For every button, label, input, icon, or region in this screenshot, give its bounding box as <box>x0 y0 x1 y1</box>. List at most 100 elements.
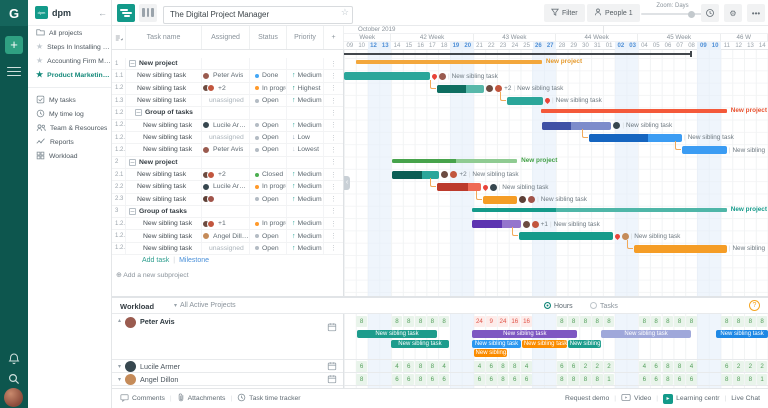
hours-cell[interactable]: 8 <box>745 374 756 385</box>
hours-cell[interactable]: 8 <box>580 316 591 327</box>
panel-collapse-handle[interactable]: ‹ <box>344 176 350 190</box>
footer-request-demo[interactable]: Request demo <box>565 395 609 402</box>
sidebar-item-team-resources[interactable]: Team & Resources <box>28 121 111 135</box>
assigned-cell[interactable]: unassigned <box>202 132 250 143</box>
priority-cell[interactable]: ↑Medium <box>287 120 324 131</box>
hours-cell[interactable]: 8 <box>663 374 674 385</box>
hours-cell[interactable]: 8 <box>733 316 744 327</box>
bell-icon[interactable] <box>7 352 21 366</box>
task-name-cell[interactable]: –New project <box>126 157 202 168</box>
task-name-cell[interactable]: New sibling task <box>126 95 202 106</box>
hours-cell[interactable]: 8 <box>592 374 603 385</box>
sidebar-item-accounting-firm-marketing[interactable]: ★Accounting Firm Marketing... <box>28 54 111 68</box>
zoom-slider[interactable] <box>641 13 704 15</box>
assigned-cell[interactable]: Lucile Armer <box>202 120 250 131</box>
row-menu-button[interactable]: ⋮ <box>324 230 344 241</box>
row-menu-button[interactable]: ⋮ <box>324 181 344 192</box>
hours-cell[interactable]: 8 <box>557 374 568 385</box>
hours-cell[interactable]: 6 <box>686 374 697 385</box>
hours-cell[interactable]: 2 <box>745 361 756 372</box>
task-row[interactable]: 2.1New sibling task+2Closed↑Medium⋮ <box>112 169 344 181</box>
project-title-input[interactable] <box>163 6 353 24</box>
task-row[interactable]: 2.2New sibling taskLucile ArmerIn progre… <box>112 181 344 193</box>
task-name-cell[interactable]: –Group of tasks <box>126 107 202 118</box>
footer-live-chat[interactable]: Live Chat <box>731 395 760 402</box>
status-cell[interactable]: Open <box>250 95 287 106</box>
status-cell[interactable]: Closed <box>250 169 287 180</box>
hours-cell[interactable]: 2 <box>604 361 615 372</box>
hours-cell[interactable]: 8 <box>663 361 674 372</box>
row-menu-button[interactable]: ⋮ <box>324 169 344 180</box>
col-status[interactable]: Status <box>250 26 287 49</box>
workload-task-bar[interactable]: New sibling... <box>474 349 507 357</box>
status-cell[interactable]: Done <box>250 70 287 81</box>
task-row[interactable]: 1.2.3New sibling taskPeter AvisOpen↓Lowe… <box>112 144 344 156</box>
priority-cell[interactable]: ↑Medium <box>287 169 324 180</box>
priority-cell[interactable] <box>287 58 324 69</box>
task-row[interactable]: 3–Group of tasks⋮ <box>112 206 344 218</box>
milestone-link[interactable]: Milestone <box>179 257 209 264</box>
row-menu-button[interactable]: ⋮ <box>324 132 344 143</box>
more-button[interactable]: ••• <box>747 4 765 22</box>
hours-cell[interactable]: 1 <box>604 374 615 385</box>
workload-task-bar[interactable]: New sibling task <box>357 330 437 338</box>
sidebar-item-product-marketing-plan-te[interactable]: ★Product Marketing Plan Te... <box>28 68 111 82</box>
user-avatar[interactable] <box>4 388 23 407</box>
workload-person-row[interactable]: ▴Peter Avis <box>112 314 343 360</box>
hours-cell[interactable]: 8 <box>415 374 426 385</box>
collapse-box[interactable]: – <box>135 109 142 116</box>
priority-cell[interactable]: ↑Medium <box>287 230 324 241</box>
assigned-cell[interactable]: unassigned <box>202 95 250 106</box>
assigned-cell[interactable]: +2 <box>202 83 250 94</box>
hours-cell[interactable]: 8 <box>686 316 697 327</box>
history-button[interactable] <box>701 4 719 22</box>
hours-cell[interactable]: 6 <box>486 361 497 372</box>
task-row[interactable]: 2–New project⋮ <box>112 157 344 169</box>
task-bar[interactable] <box>682 146 727 154</box>
calendar-icon[interactable] <box>327 361 337 373</box>
task-bar[interactable] <box>542 122 611 130</box>
hours-cell[interactable]: 16 <box>521 316 532 327</box>
footer-task-time-tracker[interactable]: Task time tracker <box>237 393 300 404</box>
help-icon[interactable]: ? <box>749 300 760 311</box>
status-cell[interactable]: In progress <box>250 83 287 94</box>
assigned-cell[interactable]: +2 <box>202 169 250 180</box>
hours-cell[interactable]: 8 <box>356 374 367 385</box>
task-bar[interactable] <box>437 183 481 191</box>
assigned-cell[interactable]: Lucile Armer <box>202 181 250 192</box>
task-name-cell[interactable]: New sibling task <box>126 144 202 155</box>
task-row[interactable]: 1.2.2New sibling taskunassignedOpen↓Low⋮ <box>112 132 344 144</box>
sidebar-item-steps-in-installing-rack-mo[interactable]: ★Steps In Installing Rack Mo... <box>28 40 111 54</box>
status-cell[interactable]: Open <box>250 194 287 205</box>
workload-task-bar[interactable]: New sibling task <box>472 340 520 348</box>
workload-task-bar[interactable]: New sibling task <box>472 330 577 338</box>
assigned-cell[interactable]: +1 <box>202 218 250 229</box>
status-cell[interactable] <box>250 107 287 118</box>
status-cell[interactable] <box>250 58 287 69</box>
priority-cell[interactable]: ↑Medium <box>287 243 324 254</box>
summary-bar[interactable] <box>472 208 726 212</box>
add-subproject-link[interactable]: ⊕ Add a new subproject <box>116 271 189 279</box>
footer-attachments[interactable]: Attachments <box>177 393 226 404</box>
task-row[interactable]: 1.1New sibling taskPeter AvisDone↑Medium… <box>112 70 344 82</box>
assigned-cell[interactable] <box>202 206 250 217</box>
priority-cell[interactable]: ↓Lowest <box>287 144 324 155</box>
task-row[interactable]: 1.2New sibling task+2In progress↑Highest… <box>112 83 344 95</box>
task-name-cell[interactable]: New sibling task <box>126 132 202 143</box>
task-row[interactable]: 2.3New sibling taskOpen↑Medium⋮ <box>112 194 344 206</box>
priority-cell[interactable]: ↓Low <box>287 132 324 143</box>
hours-cell[interactable]: 8 <box>580 374 591 385</box>
row-menu-button[interactable]: ⋮ <box>324 157 344 168</box>
hours-cell[interactable]: 4 <box>521 361 532 372</box>
task-name-cell[interactable]: New sibling task <box>126 83 202 94</box>
hours-cell[interactable]: 6 <box>356 361 367 372</box>
status-cell[interactable]: In progress <box>250 181 287 192</box>
priority-cell[interactable] <box>287 157 324 168</box>
assigned-cell[interactable] <box>202 194 250 205</box>
hours-cell[interactable]: 8 <box>427 361 438 372</box>
summary-bar[interactable] <box>392 159 517 163</box>
col-priority[interactable]: Priority <box>287 26 324 49</box>
col-assigned[interactable]: Assigned <box>202 26 250 49</box>
workload-person-row[interactable]: ▾Lucile Armer <box>112 360 343 373</box>
priority-cell[interactable]: ↑Medium <box>287 218 324 229</box>
